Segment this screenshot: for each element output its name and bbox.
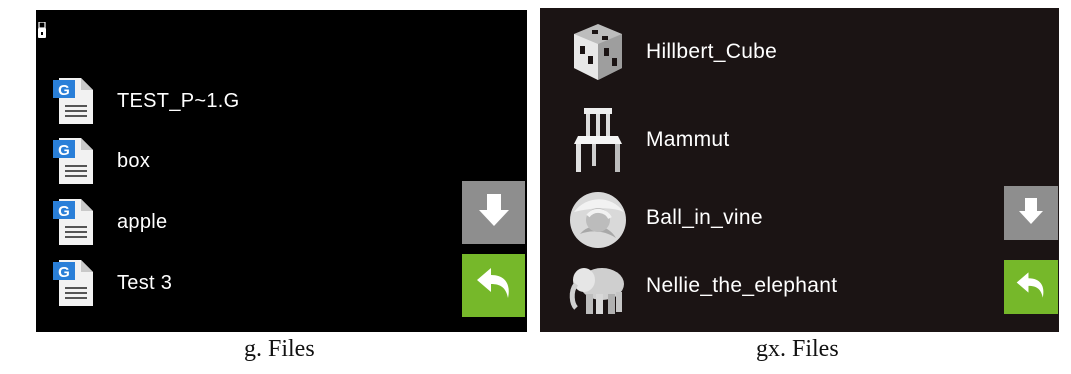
file-name: Hillbert_Cube bbox=[646, 40, 778, 63]
file-name: Ball_in_vine bbox=[646, 206, 763, 229]
back-button[interactable] bbox=[462, 254, 525, 317]
figure-caption-g: g. Files bbox=[244, 336, 315, 362]
file-browser-panel-g: G TEST_P~1.G G box G apple G Test 3 bbox=[36, 10, 527, 332]
file-list-item[interactable]: Mammut bbox=[566, 104, 729, 176]
svg-text:G: G bbox=[58, 203, 70, 220]
svg-text:G: G bbox=[58, 264, 70, 281]
gcode-file-icon: G bbox=[51, 76, 95, 126]
file-name: TEST_P~1.G bbox=[117, 89, 240, 112]
arrow-down-icon bbox=[478, 192, 510, 233]
file-list-item[interactable]: Nellie_the_elephant bbox=[566, 250, 837, 322]
arrow-down-icon bbox=[1018, 196, 1044, 231]
figure-caption-gx: gx. Files bbox=[756, 336, 839, 362]
file-list-item[interactable]: Hillbert_Cube bbox=[566, 16, 777, 88]
file-list-item[interactable]: G Test 3 bbox=[51, 258, 172, 308]
scroll-down-button[interactable] bbox=[1004, 186, 1058, 240]
gcode-file-icon: G bbox=[51, 136, 95, 186]
chair-model-thumbnail bbox=[566, 104, 630, 176]
file-name: Mammut bbox=[646, 128, 730, 151]
svg-text:G: G bbox=[58, 82, 70, 99]
back-arrow-icon bbox=[1015, 269, 1047, 306]
back-arrow-icon bbox=[475, 264, 513, 307]
file-list-item[interactable]: G box bbox=[51, 136, 150, 186]
ball-model-thumbnail bbox=[566, 182, 630, 254]
file-list-item[interactable]: Ball_in_vine bbox=[566, 182, 763, 254]
file-name: apple bbox=[117, 210, 168, 233]
file-list-item[interactable]: G TEST_P~1.G bbox=[51, 76, 240, 126]
scroll-down-button[interactable] bbox=[462, 181, 525, 244]
file-name: box bbox=[117, 149, 151, 172]
file-list-item[interactable]: G apple bbox=[51, 197, 167, 247]
elephant-model-thumbnail bbox=[566, 250, 630, 322]
gcode-file-icon: G bbox=[51, 258, 95, 308]
file-browser-panel-gx: Hillbert_Cube Mammut Ball_in_vine Nellie… bbox=[540, 8, 1059, 332]
file-name: Nellie_the_elephant bbox=[646, 274, 838, 297]
gcode-file-icon: G bbox=[51, 197, 95, 247]
hilbert-cube-model-thumbnail bbox=[566, 16, 630, 88]
svg-text:G: G bbox=[58, 142, 70, 159]
file-name: Test 3 bbox=[117, 271, 173, 294]
usb-drive-icon bbox=[38, 21, 46, 38]
back-button[interactable] bbox=[1004, 260, 1058, 314]
